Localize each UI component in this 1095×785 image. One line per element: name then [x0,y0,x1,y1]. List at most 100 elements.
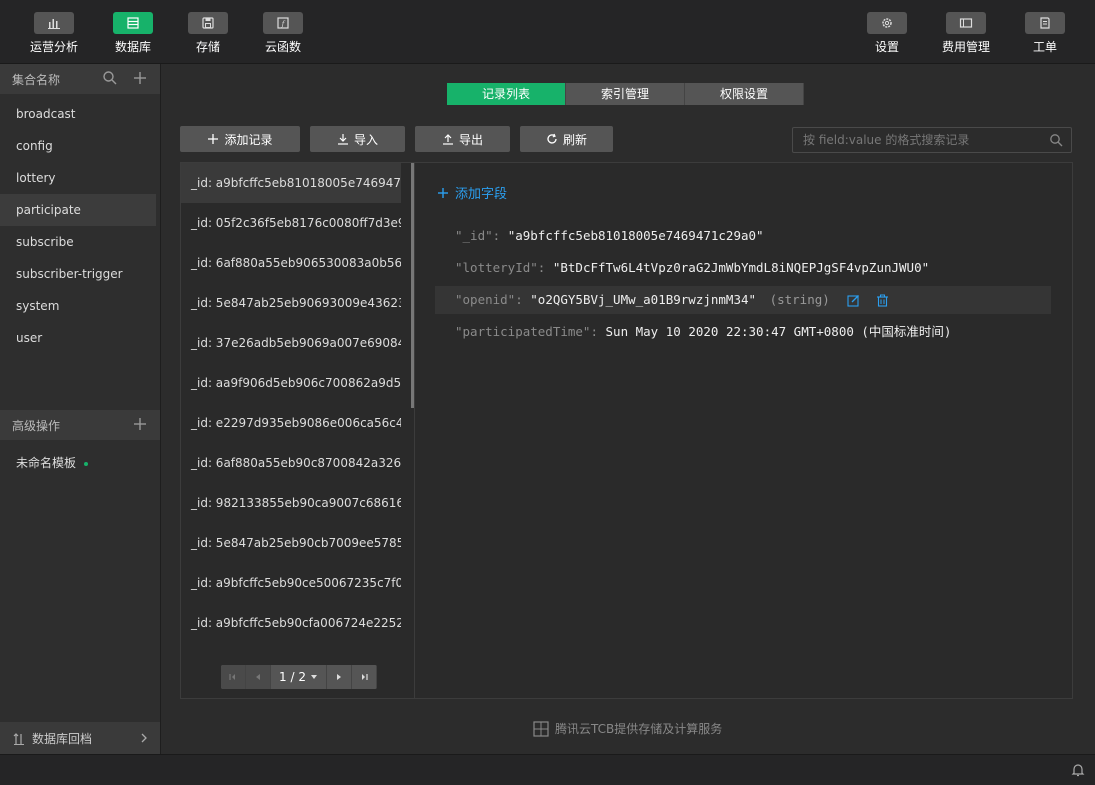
refresh-label: 刷新 [562,132,587,147]
caret-down-icon [310,675,317,679]
nav-storage-label: 存储 [195,40,220,54]
page-select[interactable]: 1 / 2 [271,665,327,689]
field-row[interactable]: "_id": "a9bfcffc5eb81018005e7469471c29a0… [435,222,1051,250]
export-label: 导出 [458,132,483,147]
record-item[interactable]: _id: 6af880a55eb906530083a0b56f... [181,243,401,283]
record-item[interactable]: _id: 982133855eb90ca9007c68616... [181,483,401,523]
record-list: _id: a9bfcffc5eb81018005e746947... _id: … [181,163,415,698]
advanced-header: 高级操作 [0,410,160,440]
export-icon [442,134,453,145]
tencent-cloud-logo-icon [533,720,549,737]
tab-permissions[interactable]: 权限设置 [685,83,804,105]
collection-sidebar: 集合名称 broadcast config lottery participat… [0,64,161,755]
nav-ticket[interactable]: 工单 [1015,12,1075,55]
collection-item-system[interactable]: system [0,290,160,322]
first-page-button[interactable] [221,665,246,689]
add-collection-icon[interactable] [132,70,148,86]
nav-analytics[interactable]: 运营分析 [24,12,84,55]
import-icon [337,134,348,145]
record-item[interactable]: _id: a9bfcffc5eb90cfa006724e2252... [181,603,401,643]
search-icon[interactable] [1049,133,1063,147]
records-panel: _id: a9bfcffc5eb81018005e746947... _id: … [180,162,1073,699]
collection-item-subscriber-trigger[interactable]: subscriber-trigger [0,258,160,290]
bar-chart-icon [48,19,60,29]
export-button[interactable]: 导出 [415,126,510,152]
collection-item-config[interactable]: config [0,130,160,162]
field-key: "openid": [455,292,523,307]
record-item[interactable]: _id: e2297d935eb9086e006ca56c4... [181,403,401,443]
nav-cloud-function-label: 云函数 [264,40,301,54]
record-item[interactable]: _id: 37e26adb5eb9069a007e69084... [181,323,401,363]
nav-settings-label: 设置 [874,40,899,54]
search-input[interactable] [793,128,1053,152]
template-label: 未命名模板 [16,456,77,470]
chevron-right-icon [141,733,147,743]
collection-item-participate[interactable]: participate [0,194,156,226]
next-page-icon [337,674,341,680]
field-key: "lotteryId": [455,260,546,275]
bell-icon[interactable] [1071,763,1085,777]
first-page-icon [229,674,235,680]
svg-text:f: f [281,20,286,28]
record-item[interactable]: _id: 5e847ab25eb90cb7009ee5785... [181,523,401,563]
footer-credit: 腾讯云TCB提供存储及计算服务 [533,720,722,737]
field-value: "o2QGY5BVj_UMw_a01B9rwzjnmM34" [530,292,757,307]
record-item[interactable]: _id: 5e847ab25eb90693009e43623... [181,283,401,323]
next-page-button[interactable] [327,665,352,689]
add-field-button[interactable]: 添加字段 [437,183,507,202]
search-icon[interactable] [102,70,118,86]
add-template-icon[interactable] [132,416,148,432]
collection-item-user[interactable]: user [0,322,160,354]
record-detail: 添加字段 "_id": "a9bfcffc5eb81018005e7469471… [415,163,1072,698]
advanced-title: 高级操作 [12,418,61,433]
template-item[interactable]: 未命名模板 [16,454,89,471]
database-icon [127,17,139,29]
field-row[interactable]: "participatedTime": Sun May 10 2020 22:3… [435,318,1051,346]
nav-settings[interactable]: 设置 [857,12,917,55]
field-value: "a9bfcffc5eb81018005e7469471c29a0" [507,228,764,243]
tab-records[interactable]: 记录列表 [447,83,566,105]
collection-item-broadcast[interactable]: broadcast [0,98,160,130]
record-item[interactable]: _id: aa9f906d5eb906c700862a9d5... [181,363,401,403]
nav-ticket-label: 工单 [1032,40,1057,54]
field-row[interactable]: "openid": "o2QGY5BVj_UMw_a01B9rwzjnmM34"… [435,286,1051,314]
field-key: "_id": [455,228,501,243]
ticket-icon [1040,17,1050,29]
collection-item-subscribe[interactable]: subscribe [0,226,160,258]
add-record-button[interactable]: 添加记录 [180,126,300,152]
field-value: Sun May 10 2020 22:30:47 GMT+0800 (中国标准时… [605,324,952,339]
record-item[interactable]: _id: a9bfcffc5eb90ce50067235c7f0... [181,563,401,603]
pagination: 1 / 2 [221,665,377,689]
record-toolbar: 添加记录 导入 导出 刷新 [180,126,613,152]
tab-indexes[interactable]: 索引管理 [566,83,685,105]
record-item[interactable]: _id: 6af880a55eb90c8700842a3268... [181,443,401,483]
rollback-icon [13,732,24,745]
nav-storage[interactable]: 存储 [178,12,238,55]
record-search [792,127,1072,153]
plus-icon [208,134,219,144]
footer-text: 腾讯云TCB提供存储及计算服务 [555,722,723,736]
field-value: "BtDcFfTw6L4tVpz0raG2JmWbYmdL8iNQEPJgSF4… [552,260,930,275]
list-scrollbar[interactable] [411,163,414,408]
backfile-button[interactable]: 数据库回档 [0,722,160,755]
record-item[interactable]: _id: a9bfcffc5eb81018005e746947... [181,163,401,203]
add-record-label: 添加记录 [224,132,273,147]
edit-icon[interactable] [847,294,860,307]
refresh-button[interactable]: 刷新 [520,126,613,152]
collection-item-lottery[interactable]: lottery [0,162,160,194]
nav-billing[interactable]: 费用管理 [936,12,996,55]
record-item[interactable]: _id: 05f2c36f5eb8176c0080ff7d3e9... [181,203,401,243]
nav-database-label: 数据库 [114,40,151,54]
nav-billing-label: 费用管理 [941,40,990,54]
trash-icon[interactable] [876,294,889,307]
nav-cloud-function[interactable]: f 云函数 [253,12,313,55]
import-button[interactable]: 导入 [310,126,405,152]
refresh-icon [547,133,557,144]
last-page-button[interactable] [352,665,377,689]
plus-icon [438,187,448,198]
nav-database[interactable]: 数据库 [103,12,163,55]
prev-page-button[interactable] [246,665,271,689]
add-field-label: 添加字段 [455,187,508,202]
tab-bar: 记录列表 索引管理 权限设置 [447,83,804,105]
field-row[interactable]: "lotteryId": "BtDcFfTw6L4tVpz0raG2JmWbYm… [435,254,1051,282]
